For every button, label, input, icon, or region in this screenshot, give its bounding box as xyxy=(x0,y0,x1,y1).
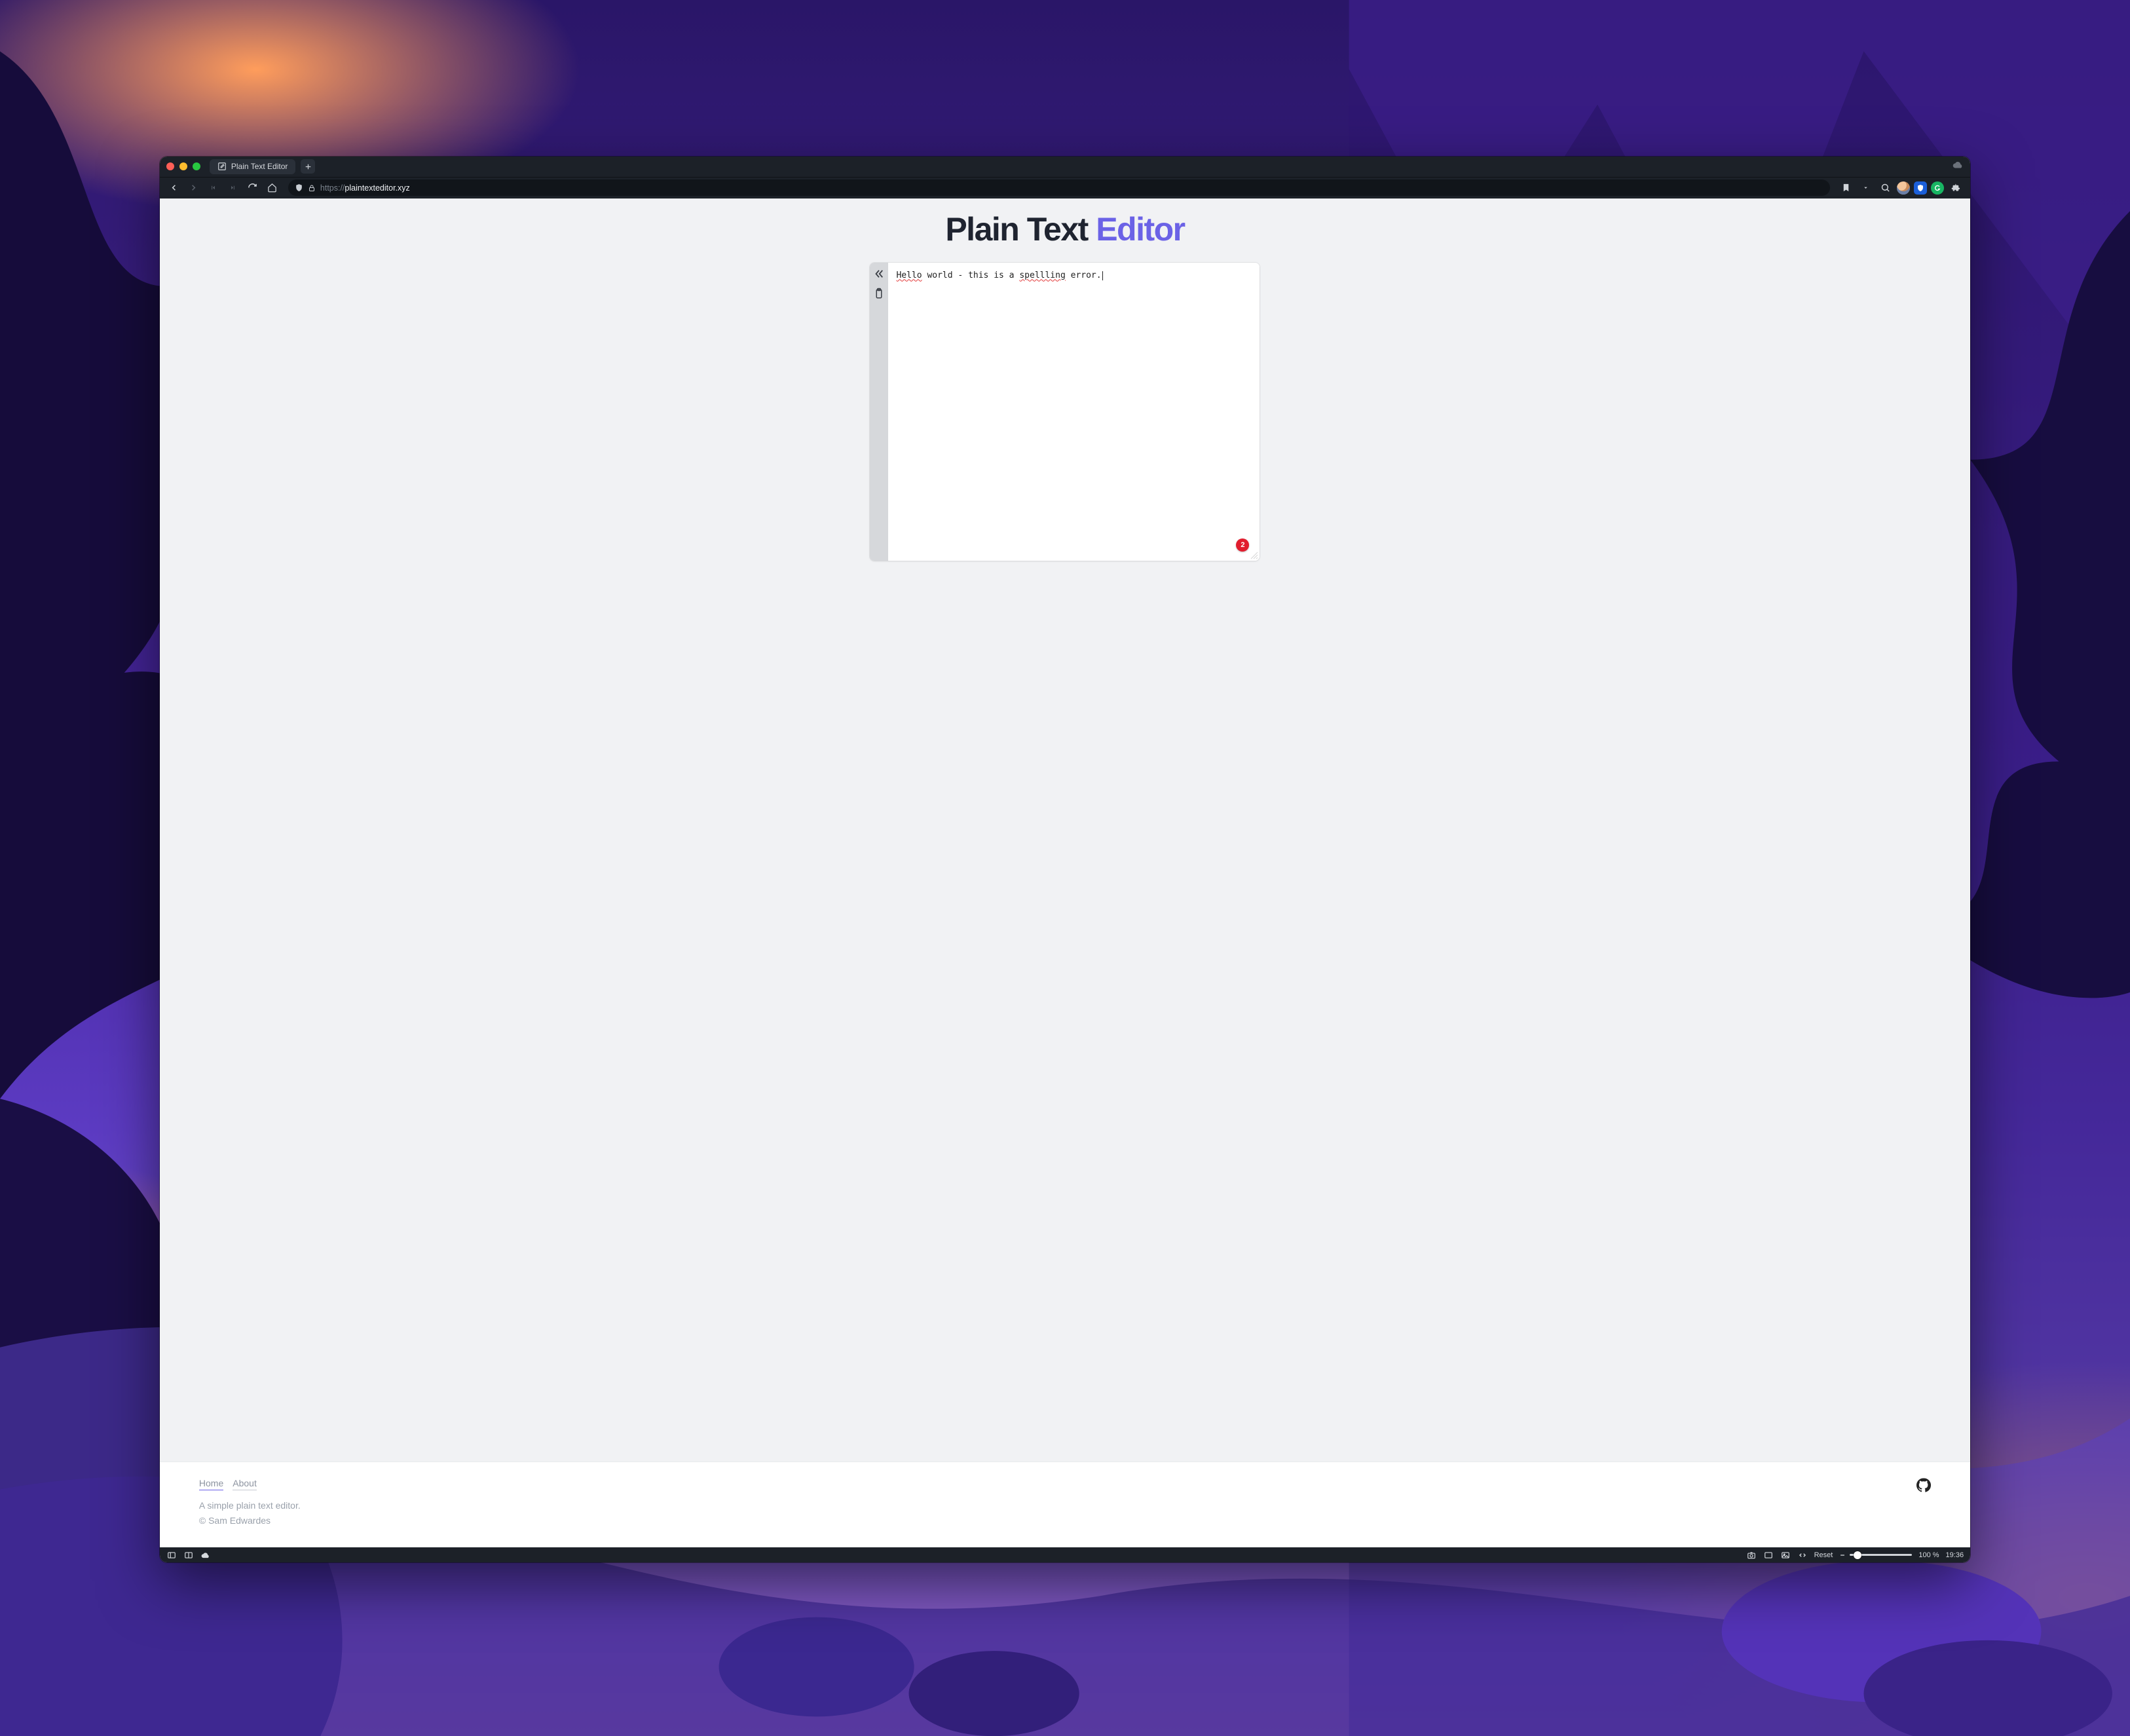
code-icon[interactable] xyxy=(1797,1550,1808,1560)
editor-text-segment: error. xyxy=(1066,271,1102,280)
nav-forward-button[interactable] xyxy=(186,180,202,196)
resize-grip-icon[interactable] xyxy=(1250,552,1258,559)
page-viewport: Plain Text Editor Hello world - this is … xyxy=(160,198,1970,1548)
search-button[interactable] xyxy=(1877,180,1893,196)
nav-first-button[interactable] xyxy=(206,180,221,196)
editor-textarea[interactable]: Hello world - this is a spellling error. xyxy=(888,263,1260,561)
footer-link-home[interactable]: Home xyxy=(199,1478,223,1490)
minus-icon xyxy=(1839,1552,1846,1558)
zoom-reset-button[interactable]: Reset xyxy=(1814,1551,1833,1559)
footer-copyright: © Sam Edwardes xyxy=(199,1513,301,1528)
page-footer: Home About A simple plain text editor. © … xyxy=(160,1462,1970,1547)
footer-link-about[interactable]: About xyxy=(233,1478,257,1490)
image-icon[interactable] xyxy=(1780,1550,1791,1560)
clipboard-button[interactable] xyxy=(873,288,885,299)
new-tab-button[interactable] xyxy=(301,159,315,174)
cloud-sync-icon[interactable] xyxy=(200,1550,211,1560)
github-icon xyxy=(1916,1478,1931,1492)
home-button[interactable] xyxy=(265,180,280,196)
profile-avatar[interactable] xyxy=(1897,181,1910,195)
status-time: 19:36 xyxy=(1946,1551,1964,1559)
pencil-square-icon xyxy=(217,162,227,171)
cloud-icon xyxy=(1952,159,1964,174)
camera-icon[interactable] xyxy=(1746,1550,1757,1560)
footer-tagline: A simple plain text editor. xyxy=(199,1498,301,1513)
grammarly-error-badge[interactable]: 2 xyxy=(1236,538,1249,552)
browser-tab-bar: Plain Text Editor xyxy=(160,157,1970,177)
browser-tab-title: Plain Text Editor xyxy=(231,162,288,171)
url-text: https://plaintexteditor.xyz xyxy=(320,183,410,193)
url-bar[interactable]: https://plaintexteditor.xyz xyxy=(288,179,1830,196)
window-zoom-button[interactable] xyxy=(193,162,200,170)
page-title: Plain Text Editor xyxy=(160,198,1970,263)
window-close-button[interactable] xyxy=(166,162,174,170)
editor-area: Hello world - this is a spellling error.… xyxy=(888,263,1260,561)
editor-text-segment: world - this is a xyxy=(922,271,1020,280)
footer-left: Home About A simple plain text editor. © … xyxy=(199,1478,301,1528)
zoom-slider[interactable] xyxy=(1839,1552,1912,1558)
nav-back-button[interactable] xyxy=(166,180,182,196)
editor-text-segment: spellling xyxy=(1019,271,1065,280)
panel-icon[interactable] xyxy=(1763,1550,1774,1560)
editor-side-rail xyxy=(870,263,888,561)
page-main: Plain Text Editor Hello world - this is … xyxy=(160,198,1970,1462)
footer-links: Home About xyxy=(199,1478,301,1490)
github-link[interactable] xyxy=(1916,1478,1931,1494)
zoom-level-label: 100 % xyxy=(1918,1551,1939,1559)
reload-button[interactable] xyxy=(245,180,261,196)
browser-toolbar: https://plaintexteditor.xyz xyxy=(160,177,1970,198)
editor-container: Hello world - this is a spellling error.… xyxy=(870,263,1260,561)
window-controls xyxy=(166,162,200,170)
nav-last-button[interactable] xyxy=(225,180,241,196)
browser-tab[interactable]: Plain Text Editor xyxy=(210,159,296,174)
collapse-sidebar-button[interactable] xyxy=(873,268,885,280)
panel-left-icon[interactable] xyxy=(166,1550,177,1560)
text-caret xyxy=(1102,271,1103,280)
zoom-slider-track[interactable] xyxy=(1850,1554,1912,1556)
bookmark-icon[interactable] xyxy=(1838,180,1854,196)
editor-text-segment: Hello xyxy=(896,271,922,280)
window-minimize-button[interactable] xyxy=(179,162,187,170)
browser-status-bar: Reset 100 % 19:36 xyxy=(160,1547,1970,1562)
extension-grammarly-icon[interactable] xyxy=(1931,181,1944,195)
lock-icon xyxy=(308,184,316,192)
dropdown-caret-icon[interactable] xyxy=(1858,180,1873,196)
zoom-slider-thumb[interactable] xyxy=(1854,1551,1861,1559)
extensions-puzzle-icon[interactable] xyxy=(1948,180,1964,196)
shield-icon xyxy=(295,183,303,192)
panel-split-icon[interactable] xyxy=(183,1550,194,1560)
error-count: 2 xyxy=(1241,541,1244,549)
browser-window: Plain Text Editor xyxy=(160,157,1970,1563)
extension-bitwarden-icon[interactable] xyxy=(1914,181,1927,195)
